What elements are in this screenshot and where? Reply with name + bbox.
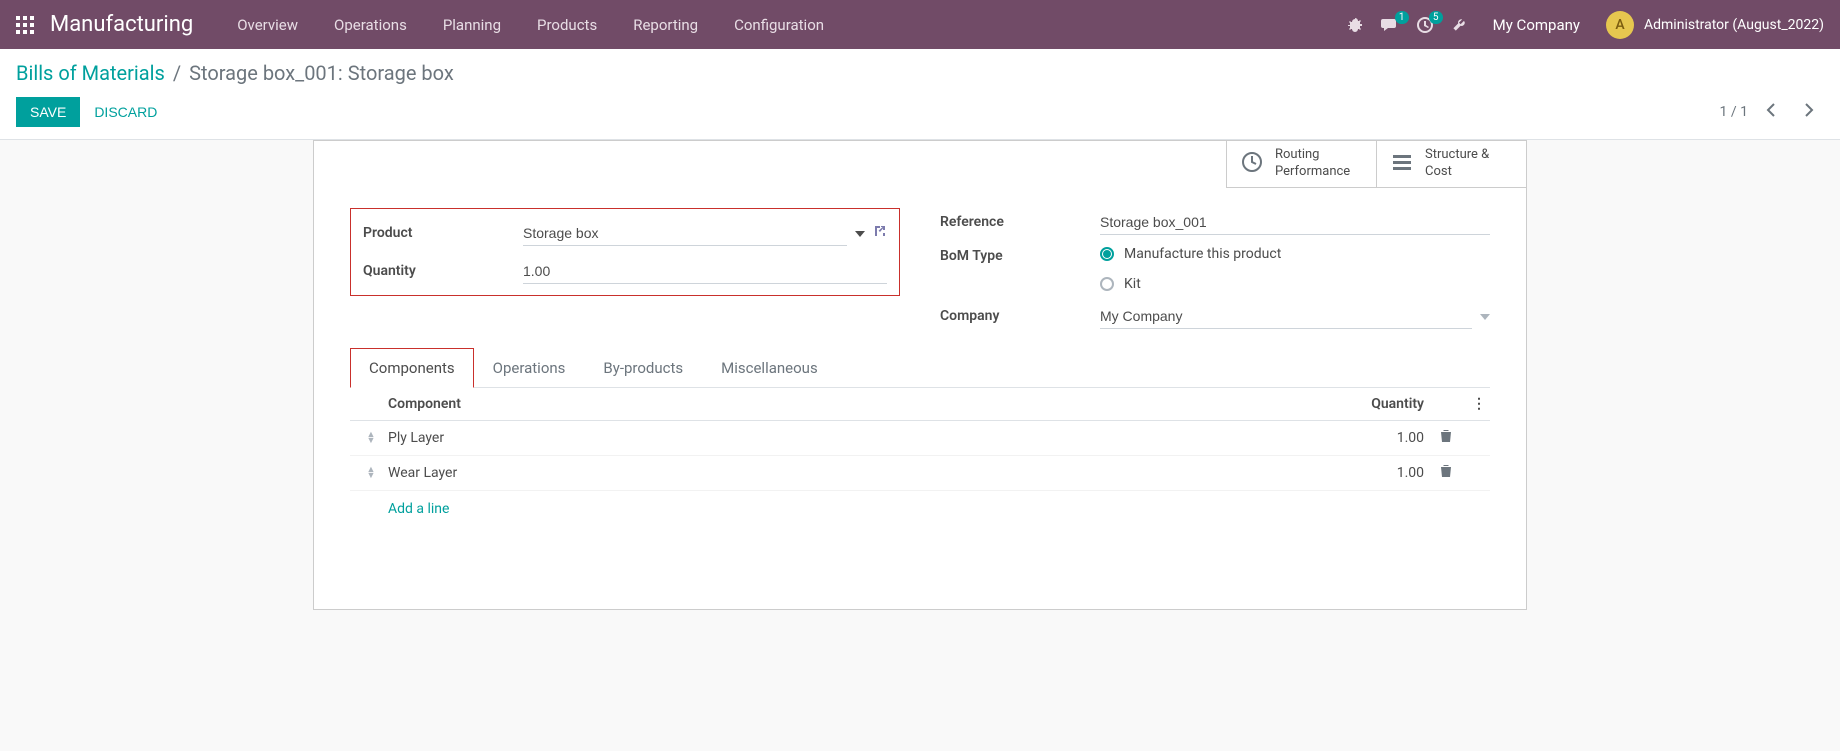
menu-configuration[interactable]: Configuration: [718, 8, 840, 42]
main-menu: Overview Operations Planning Products Re…: [221, 8, 840, 42]
radio-manufacture-label: Manufacture this product: [1124, 246, 1281, 262]
tab-by-products[interactable]: By-products: [584, 348, 702, 387]
label-product: Product: [363, 225, 523, 241]
app-title[interactable]: Manufacturing: [50, 12, 193, 37]
external-link-icon[interactable]: [873, 224, 887, 242]
grid-header: Component Quantity ⋮: [350, 388, 1490, 421]
pager-next[interactable]: [1794, 97, 1824, 127]
row-delete-icon[interactable]: [1424, 464, 1468, 482]
label-bom-type: BoM Type: [940, 246, 1100, 264]
pager: 1 / 1: [1720, 97, 1824, 127]
header-quantity: Quantity: [1324, 396, 1424, 412]
menu-operations[interactable]: Operations: [318, 8, 423, 42]
breadcrumb-current: Storage box_001: Storage box: [189, 61, 454, 85]
radio-manufacture[interactable]: Manufacture this product: [1100, 246, 1490, 262]
menu-reporting[interactable]: Reporting: [617, 8, 714, 42]
bars-icon: [1391, 151, 1413, 177]
form-fields: Product Quantity: [314, 188, 1526, 348]
menu-planning[interactable]: Planning: [427, 8, 517, 42]
user-menu[interactable]: A Administrator (August_2022): [1606, 11, 1824, 39]
label-reference: Reference: [940, 214, 1100, 230]
form-right-column: Reference BoM Type Manufacture this prod…: [940, 208, 1490, 340]
control-panel: Bills of Materials / Storage box_001: St…: [0, 49, 1840, 140]
activity-icon[interactable]: 5: [1417, 17, 1433, 33]
quantity-input[interactable]: [523, 259, 887, 284]
form-area: Routing Performance Structure & Cost: [0, 140, 1840, 634]
grid-kebab-icon[interactable]: ⋮: [1468, 396, 1486, 412]
menu-products[interactable]: Products: [521, 8, 613, 42]
add-line-link[interactable]: Add a line: [388, 501, 449, 517]
debug-icon[interactable]: [1347, 17, 1363, 33]
row-quantity[interactable]: 1.00: [1324, 430, 1424, 446]
pager-text[interactable]: 1 / 1: [1720, 104, 1748, 120]
tab-miscellaneous[interactable]: Miscellaneous: [702, 348, 837, 387]
table-row[interactable]: ▲▼ Wear Layer 1.00: [350, 456, 1490, 491]
radio-kit-label: Kit: [1124, 276, 1141, 292]
stat-routing-l2: Performance: [1275, 164, 1350, 181]
highlighted-fields: Product Quantity: [350, 208, 900, 296]
tab-components[interactable]: Components: [350, 348, 474, 388]
add-a-line[interactable]: Add a line: [350, 491, 1490, 517]
discuss-badge: 1: [1395, 11, 1409, 24]
apps-menu-icon[interactable]: [16, 16, 34, 34]
form-sheet: Routing Performance Structure & Cost: [313, 140, 1527, 610]
company-switcher[interactable]: My Company: [1485, 16, 1588, 34]
save-button[interactable]: SAVE: [16, 97, 80, 127]
radio-checked-icon: [1100, 247, 1114, 261]
drag-handle-icon[interactable]: ▲▼: [354, 432, 388, 444]
systray: 1 5 My Company A Administrator (August_2…: [1347, 11, 1824, 39]
row-component[interactable]: Wear Layer: [388, 465, 1324, 481]
product-dropdown-icon[interactable]: [855, 225, 865, 241]
menu-overview[interactable]: Overview: [221, 8, 314, 42]
label-company: Company: [940, 308, 1100, 324]
discard-button[interactable]: DISCARD: [80, 97, 171, 127]
row-delete-icon[interactable]: [1424, 429, 1468, 447]
breadcrumb-sep: /: [173, 61, 181, 85]
drag-handle-icon[interactable]: ▲▼: [354, 467, 388, 479]
product-input[interactable]: [523, 221, 847, 246]
stat-routing-performance[interactable]: Routing Performance: [1226, 141, 1376, 188]
stat-buttons: Routing Performance Structure & Cost: [314, 141, 1526, 188]
tools-icon[interactable]: [1451, 17, 1467, 33]
components-grid: Component Quantity ⋮ ▲▼ Ply Layer 1.00: [350, 388, 1490, 517]
tabs: Components Operations By-products Miscel…: [350, 348, 1490, 388]
clock-icon: [1241, 151, 1263, 177]
breadcrumb-root[interactable]: Bills of Materials: [16, 61, 165, 85]
discuss-icon[interactable]: 1: [1381, 17, 1399, 33]
stat-structure-l1: Structure &: [1425, 147, 1489, 164]
radio-unchecked-icon: [1100, 277, 1114, 291]
form-left-column: Product Quantity: [350, 208, 900, 340]
breadcrumb: Bills of Materials / Storage box_001: St…: [16, 61, 454, 85]
reference-input[interactable]: [1100, 210, 1490, 235]
activity-badge: 5: [1429, 11, 1443, 24]
top-navbar: Manufacturing Overview Operations Planni…: [0, 0, 1840, 49]
username: Administrator (August_2022): [1644, 17, 1824, 33]
bom-type-radio-group: Manufacture this product Kit: [1100, 246, 1490, 292]
radio-kit[interactable]: Kit: [1100, 276, 1490, 292]
table-row[interactable]: ▲▼ Ply Layer 1.00: [350, 421, 1490, 456]
stat-structure-l2: Cost: [1425, 164, 1489, 181]
notebook: Components Operations By-products Miscel…: [314, 348, 1526, 537]
row-quantity[interactable]: 1.00: [1324, 465, 1424, 481]
header-component: Component: [388, 396, 1324, 412]
company-input[interactable]: [1100, 304, 1472, 329]
row-component[interactable]: Ply Layer: [388, 430, 1324, 446]
stat-routing-l1: Routing: [1275, 147, 1350, 164]
tab-operations[interactable]: Operations: [474, 348, 585, 387]
pager-prev[interactable]: [1756, 97, 1786, 127]
label-quantity: Quantity: [363, 263, 523, 279]
stat-structure-cost[interactable]: Structure & Cost: [1376, 141, 1526, 188]
avatar: A: [1606, 11, 1634, 39]
company-dropdown-icon[interactable]: [1480, 308, 1490, 324]
